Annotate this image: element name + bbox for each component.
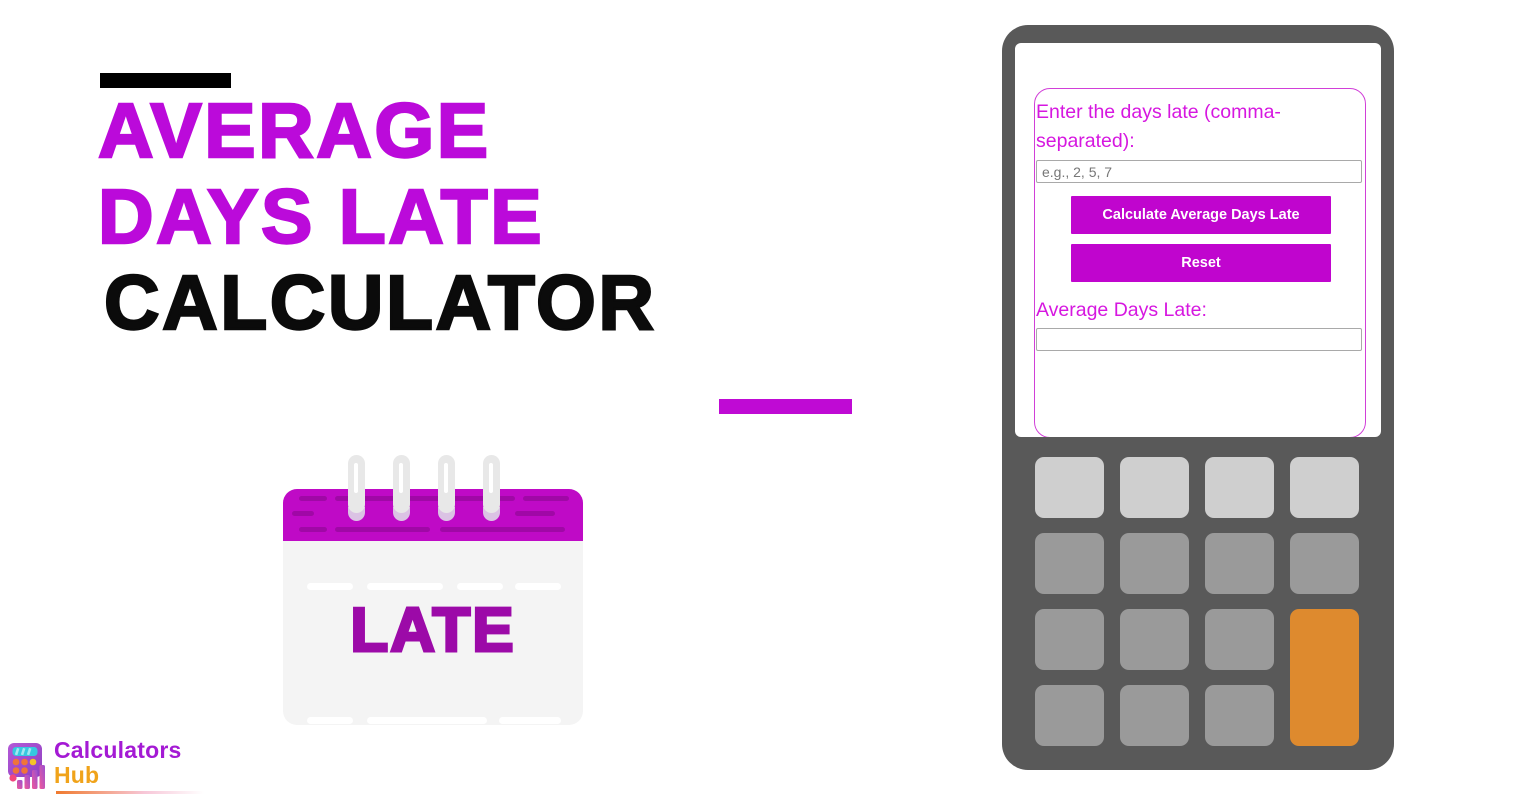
keypad-key-11[interactable] bbox=[1205, 609, 1274, 670]
calendar-header-dash bbox=[440, 527, 565, 532]
keypad-key-8[interactable] bbox=[1290, 533, 1359, 594]
calendar-line bbox=[307, 717, 353, 724]
calendar-header-dash bbox=[523, 496, 569, 501]
keypad-key-1[interactable] bbox=[1035, 457, 1104, 518]
keypad-key-9[interactable] bbox=[1035, 609, 1104, 670]
average-days-late-label: Average Days Late: bbox=[1036, 299, 1207, 321]
calendar-line bbox=[367, 717, 487, 724]
calendar-line bbox=[499, 717, 561, 724]
title-line-1: AVERAGE bbox=[97, 87, 491, 175]
calendar-ring-icon bbox=[483, 455, 500, 513]
calendar-line bbox=[515, 583, 561, 590]
calculator-device: Enter the days late (comma-separated): C… bbox=[1002, 25, 1394, 770]
calendar-line bbox=[307, 583, 353, 590]
promo-left-panel: AVERAGE DAYS LATE CALCULATOR LATE Calcul… bbox=[0, 0, 960, 800]
calendar-late-text: LATE bbox=[349, 595, 516, 667]
calculator-screen: Enter the days late (comma-separated): C… bbox=[1015, 43, 1381, 437]
calendar-illustration: LATE bbox=[283, 455, 583, 725]
keypad-key-4[interactable] bbox=[1290, 457, 1359, 518]
promo-banner: AVERAGE DAYS LATE CALCULATOR LATE Calcul… bbox=[0, 0, 1520, 800]
calendar-header-dash bbox=[292, 511, 314, 516]
calculator-form: Enter the days late (comma-separated): C… bbox=[1036, 98, 1366, 351]
calculator-keypad bbox=[1035, 457, 1361, 747]
keypad-key-equals[interactable] bbox=[1290, 609, 1359, 746]
calendar-header-dash bbox=[299, 496, 327, 501]
average-days-late-output[interactable] bbox=[1036, 328, 1362, 351]
title-top-rule bbox=[100, 73, 231, 88]
calendar-header-dash bbox=[515, 511, 555, 516]
brand-logo-text: Calculators Hub bbox=[54, 738, 181, 788]
keypad-key-2[interactable] bbox=[1120, 457, 1189, 518]
page-title: AVERAGE DAYS LATE CALCULATOR bbox=[97, 87, 918, 347]
keypad-key-12[interactable] bbox=[1035, 685, 1104, 746]
calendar-ring-icon bbox=[393, 455, 410, 513]
reset-button[interactable]: Reset bbox=[1071, 244, 1331, 282]
brand-logo[interactable]: Calculators Hub bbox=[4, 738, 204, 796]
calendar-header-dash bbox=[299, 527, 327, 532]
keypad-key-7[interactable] bbox=[1205, 533, 1274, 594]
calendar-header-dash bbox=[335, 527, 430, 532]
brand-name-line-2: Hub bbox=[54, 762, 100, 788]
keypad-key-6[interactable] bbox=[1120, 533, 1189, 594]
calendar-header bbox=[283, 489, 583, 541]
days-late-input[interactable] bbox=[1036, 160, 1362, 183]
title-bottom-rule bbox=[719, 399, 852, 414]
brand-logo-underline bbox=[56, 791, 204, 794]
keypad-key-5[interactable] bbox=[1035, 533, 1104, 594]
title-line-3: CALCULATOR bbox=[103, 259, 657, 347]
calendar-line bbox=[367, 583, 443, 590]
keypad-key-14[interactable] bbox=[1205, 685, 1274, 746]
calculate-button[interactable]: Calculate Average Days Late bbox=[1071, 196, 1331, 234]
days-late-label: Enter the days late (comma-separated): bbox=[1036, 101, 1281, 152]
calendar-line bbox=[457, 583, 503, 590]
calendar-ring-icon bbox=[348, 455, 365, 513]
keypad-key-13[interactable] bbox=[1120, 685, 1189, 746]
calculators-hub-logo-icon bbox=[8, 743, 45, 789]
keypad-key-10[interactable] bbox=[1120, 609, 1189, 670]
keypad-key-3[interactable] bbox=[1205, 457, 1274, 518]
calendar-ring-icon bbox=[438, 455, 455, 513]
brand-name-line-1: Calculators bbox=[54, 737, 182, 763]
title-line-2: DAYS LATE bbox=[97, 173, 545, 261]
